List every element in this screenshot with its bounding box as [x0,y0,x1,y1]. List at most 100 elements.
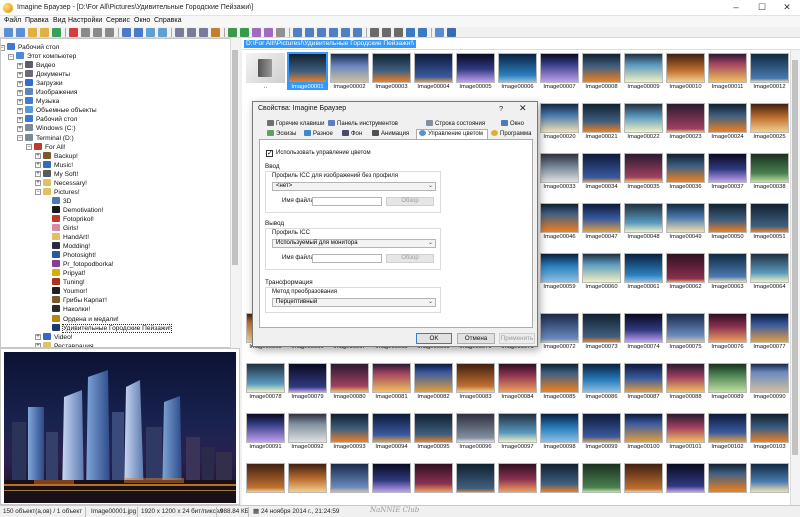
tree-item[interactable]: Youmor! [52,287,87,296]
menu-view[interactable]: Вид [53,17,66,24]
thumbnail-item[interactable]: Image00085 [539,363,580,404]
thumbnail-item[interactable]: Image00099 [581,413,622,454]
filename-input-output[interactable] [312,254,382,263]
thumbnail-item[interactable]: Image00049 [665,203,706,244]
apply-button[interactable]: Применить [499,333,535,344]
thumbnail-item[interactable]: Image00084 [497,363,538,404]
tree-item[interactable]: Necessary! [43,178,87,188]
tree-item[interactable]: Грибы Карпат! [52,296,107,305]
rotate-left-icon[interactable] [228,28,237,37]
tree-expander[interactable]: + [17,89,23,96]
thumbnail-item[interactable] [749,463,790,504]
thumbnail-item[interactable]: Image00076 [707,313,748,354]
details-view-icon[interactable] [199,28,208,37]
tab-program[interactable]: Программа [491,130,531,139]
tree-item[interactable]: Этот компьютер [16,52,76,61]
tree-item[interactable]: Ордена и медали! [52,314,119,324]
thumbnail-item[interactable]: Image00078 [245,363,286,404]
thumbnail-item[interactable]: Image00025 [749,103,790,144]
thumbnail-item[interactable] [665,463,706,504]
thumbnail-item[interactable]: Image00035 [623,153,664,194]
grid-scroll-thumb[interactable] [792,60,798,455]
thumbnail-item[interactable] [287,463,328,504]
tree-item[interactable]: Windows (C:) [25,124,76,133]
tree-expander[interactable]: − [26,144,32,151]
forward-icon[interactable] [16,28,25,37]
layout-6-icon[interactable] [353,28,362,37]
tree-item[interactable]: Pripyat! [52,269,85,278]
thumbnail-item[interactable]: Image00061 [623,253,664,294]
thumbnail-item[interactable]: Image00024 [707,103,748,144]
thumbnail-item[interactable] [581,463,622,504]
thumbnail-item[interactable]: Image00092 [287,413,328,454]
layout-5-icon[interactable] [341,28,350,37]
thumbnail-item[interactable]: Image00003 [371,53,412,94]
parent-folder-item[interactable]: .. [245,53,286,94]
thumbnail-item[interactable]: Image00009 [623,53,664,94]
dialog-close-icon[interactable]: ✕ [519,103,527,114]
tree-item[interactable]: Photosight! [52,251,96,260]
thumbnail-item[interactable]: Image00091 [245,413,286,454]
tree-item[interactable]: Наколки! [52,305,90,314]
icc-profile-select[interactable]: Используемый для монитора ⌄ [272,239,436,248]
tree-item[interactable]: Video! [43,332,73,342]
tree-item[interactable]: My Soft! [43,169,78,179]
thumbnail-item[interactable]: Image00038 [749,153,790,194]
cancel-button[interactable]: Отмена [457,333,495,344]
edit-icon[interactable] [252,28,261,37]
tree-item[interactable]: Рабочий стол [25,115,77,124]
menu-window[interactable]: Окно [134,17,150,24]
thumbnail-item[interactable]: Image00010 [665,53,706,94]
tree-item[interactable]: Demotivation! [52,205,103,215]
tree-item[interactable]: 3D [52,196,71,206]
layout-2-icon[interactable] [305,28,314,37]
use-color-management-checkbox[interactable]: ✓ [266,150,273,157]
thumbnails-icon[interactable] [175,28,184,37]
thumbnail-item[interactable]: Image00088 [665,363,706,404]
thumbnail-item[interactable]: Image00082 [413,363,454,404]
tab-misc[interactable]: Разное [304,130,333,139]
thumbnail-item[interactable]: Image00037 [707,153,748,194]
thumbnail-item[interactable]: Image00093 [329,413,370,454]
thumbnail-item[interactable]: Image00103 [749,413,790,454]
tree-scroll-thumb[interactable] [232,50,238,265]
maximize-icon[interactable]: ☐ [749,0,775,16]
menu-service[interactable]: Сервис [106,17,130,24]
tree-expander[interactable]: − [1,44,5,51]
thumbnail-item[interactable]: Image00100 [623,413,664,454]
tree-expander[interactable]: + [17,116,23,123]
thumbnail-item[interactable]: Image00072 [539,313,580,354]
tab-animation[interactable]: Анимация [372,130,409,139]
properties-icon[interactable] [406,28,415,37]
thumbnail-item[interactable]: Image00034 [581,153,622,194]
thumbnail-item[interactable]: Image00063 [707,253,748,294]
thumbnail-item[interactable]: Image00062 [665,253,706,294]
thumbnail-item[interactable]: Image00086 [581,363,622,404]
thumbnail-item[interactable]: Image00095 [413,413,454,454]
thumbnail-item[interactable]: Image00033 [539,153,580,194]
thumbnail-item[interactable]: Image00073 [581,313,622,354]
thumbnail-item[interactable]: Image00006 [497,53,538,94]
tree-item[interactable]: Документы [25,70,70,79]
thumbnail-item[interactable] [623,463,664,504]
tree-item[interactable]: Удивительные Городские Пейзажи! [52,323,172,333]
sort-icon[interactable] [211,28,220,37]
thumbnail-item[interactable] [371,463,412,504]
fullscreen-icon[interactable] [134,28,143,37]
menu-file[interactable]: Файл [4,17,21,24]
back-icon[interactable] [4,28,13,37]
copy-icon[interactable] [93,28,102,37]
thumbnail-item[interactable]: Image00011 [707,53,748,94]
thumbnail-item[interactable] [707,463,748,504]
delete-icon[interactable] [69,28,78,37]
layout-4-icon[interactable] [329,28,338,37]
tree-item[interactable]: Объемные объекты [25,106,97,115]
thumbnail-item[interactable]: Image00081 [371,363,412,404]
thumbnail-item[interactable]: Image00048 [623,203,664,244]
tree-expander[interactable]: + [17,98,23,105]
thumbnail-item[interactable]: Image00090 [749,363,790,404]
tree-expander[interactable]: + [35,334,41,341]
tree-expander[interactable]: + [35,180,41,187]
tree-expander[interactable]: + [17,80,23,87]
tree-expander[interactable]: + [35,171,41,178]
